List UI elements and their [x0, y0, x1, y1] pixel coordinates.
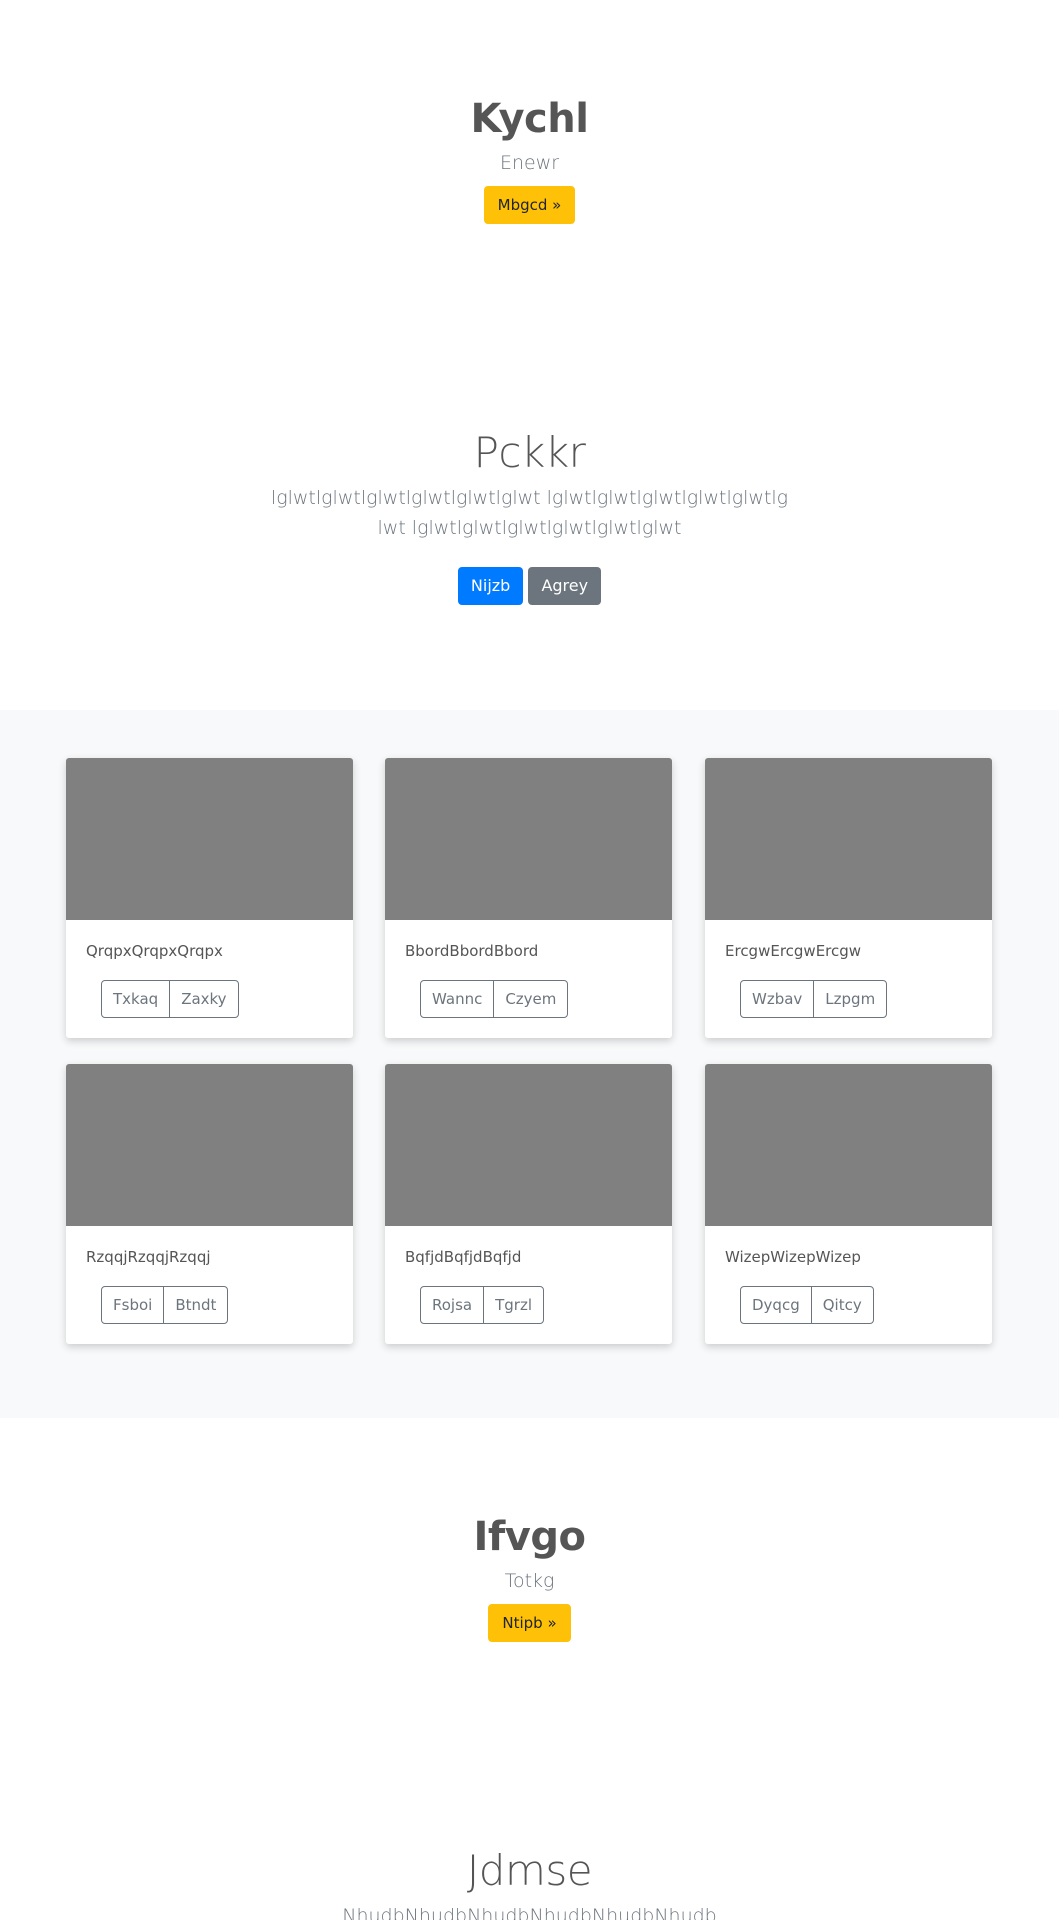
hero-section-1: Kychl Enewr Mbgcd » [0, 96, 1059, 224]
hero-cta-button[interactable]: Ntipb » [488, 1604, 571, 1642]
card-text: BbordBbordBbord [405, 942, 539, 960]
card-button-group: Wzbav Lzpgm [740, 980, 888, 1018]
card-edit-button[interactable]: Czyem [493, 980, 569, 1018]
card-image-placeholder [705, 1064, 992, 1226]
card-view-button[interactable]: Fsboi [101, 1286, 165, 1324]
card-view-button[interactable]: Rojsa [420, 1286, 485, 1324]
card-text: RzqqjRzqqjRzqqj [86, 1248, 211, 1266]
card-button-group: Wannc Czyem [420, 980, 569, 1018]
card-image-placeholder [705, 758, 992, 920]
jumbotron-section-2: Jdmse NhudbNhudbNhudbNhudbNhudbNhudb [0, 1846, 1059, 1920]
card: RzqqjRzqqjRzqqj Fsboi Btndt [66, 1064, 353, 1344]
card-edit-button[interactable]: Tgrzl [483, 1286, 545, 1324]
card-view-button[interactable]: Wannc [420, 980, 495, 1018]
hero-subtitle: Enewr [499, 152, 560, 174]
card-view-button[interactable]: Wzbav [740, 980, 815, 1018]
card-image-placeholder [385, 1064, 672, 1226]
card: BqfjdBqfjdBqfjd Rojsa Tgrzl [385, 1064, 672, 1344]
hero-subtitle: Totkg [504, 1570, 555, 1592]
hero-title: Ifvgo [473, 1514, 586, 1560]
card-button-group: Dyqcg Qitcy [740, 1286, 874, 1324]
card-button-group: Txkaq Zaxky [101, 980, 239, 1018]
card-edit-button[interactable]: Lzpgm [813, 980, 888, 1018]
card: BbordBbordBbord Wannc Czyem [385, 758, 672, 1038]
card-view-button[interactable]: Dyqcg [740, 1286, 812, 1324]
card: WizepWizepWizep Dyqcg Qitcy [705, 1064, 992, 1344]
card-edit-button[interactable]: Btndt [163, 1286, 229, 1324]
hero-title: Kychl [470, 96, 589, 142]
jumbotron-title: Pckkr [473, 428, 586, 477]
card: QrqpxQrqpxQrqpx Txkaq Zaxky [66, 758, 353, 1038]
card-text: ErcgwErcgwErcgw [725, 942, 862, 960]
primary-button[interactable]: Nijzb [457, 567, 524, 605]
card-text: BqfjdBqfjdBqfjd [405, 1248, 522, 1266]
jumbotron-section: Pckkr lglwtlglwtlglwtlglwtlglwtlglwt lgl… [0, 428, 1059, 605]
card-button-group: Fsboi Btndt [101, 1286, 229, 1324]
card-image-placeholder [66, 1064, 353, 1226]
jumbotron-lead: lglwtlglwtlglwtlglwtlglwtlglwt lglwtlglw… [270, 487, 789, 539]
hero-section-2: Ifvgo Totkg Ntipb » [0, 1514, 1059, 1642]
secondary-button[interactable]: Agrey [528, 567, 602, 605]
card-edit-button[interactable]: Zaxky [169, 980, 239, 1018]
card-button-group: Rojsa Tgrzl [420, 1286, 545, 1324]
card-text: QrqpxQrqpxQrqpx [86, 942, 223, 960]
album-section: QrqpxQrqpxQrqpx Txkaq Zaxky BbordBbordBb… [0, 710, 1059, 1418]
jumbotron-lead: NhudbNhudbNhudbNhudbNhudbNhudb [342, 1905, 717, 1920]
hero-cta-button[interactable]: Mbgcd » [483, 186, 576, 224]
card-image-placeholder [385, 758, 672, 920]
card-text: WizepWizepWizep [725, 1248, 861, 1266]
card-edit-button[interactable]: Qitcy [810, 1286, 874, 1324]
card-view-button[interactable]: Txkaq [101, 980, 171, 1018]
jumbotron-title: Jdmse [466, 1846, 593, 1895]
card: ErcgwErcgwErcgw Wzbav Lzpgm [705, 758, 992, 1038]
card-image-placeholder [66, 758, 353, 920]
